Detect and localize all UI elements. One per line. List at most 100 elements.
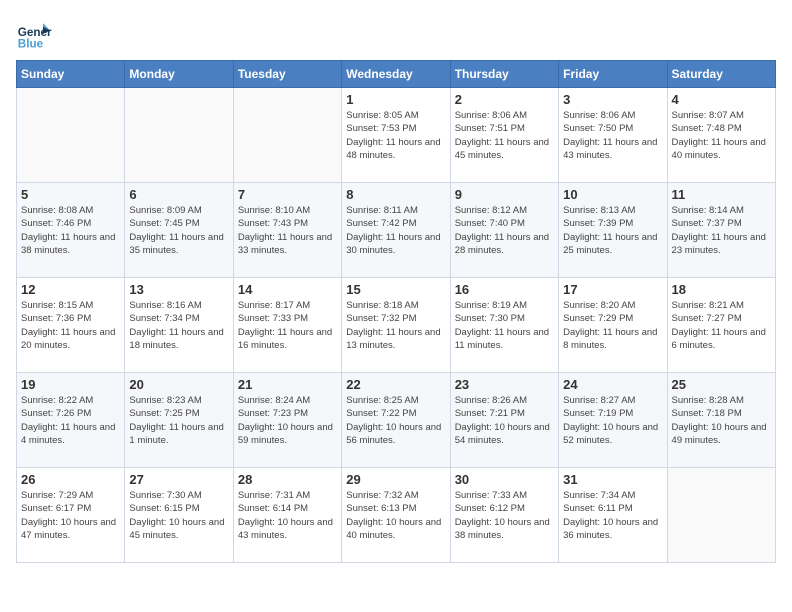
calendar: SundayMondayTuesdayWednesdayThursdayFrid… <box>16 60 776 563</box>
logo-icon: General Blue <box>16 16 52 52</box>
empty-cell <box>667 468 775 563</box>
day-info: Sunrise: 8:22 AMSunset: 7:26 PMDaylight:… <box>21 394 120 447</box>
day-cell-14: 14 Sunrise: 8:17 AMSunset: 7:33 PMDayligh… <box>233 278 341 373</box>
day-cell-2: 2 Sunrise: 8:06 AMSunset: 7:51 PMDaylight… <box>450 88 558 183</box>
day-info: Sunrise: 8:19 AMSunset: 7:30 PMDaylight:… <box>455 299 554 352</box>
day-info: Sunrise: 8:12 AMSunset: 7:40 PMDaylight:… <box>455 204 554 257</box>
col-header-wednesday: Wednesday <box>342 61 450 88</box>
day-cell-13: 13 Sunrise: 8:16 AMSunset: 7:34 PMDayligh… <box>125 278 233 373</box>
day-number: 21 <box>238 377 337 392</box>
empty-cell <box>125 88 233 183</box>
day-info: Sunrise: 7:32 AMSunset: 6:13 PMDaylight:… <box>346 489 445 542</box>
day-number: 2 <box>455 92 554 107</box>
day-cell-7: 7 Sunrise: 8:10 AMSunset: 7:43 PMDaylight… <box>233 183 341 278</box>
calendar-header-row: SundayMondayTuesdayWednesdayThursdayFrid… <box>17 61 776 88</box>
day-cell-3: 3 Sunrise: 8:06 AMSunset: 7:50 PMDaylight… <box>559 88 667 183</box>
col-header-tuesday: Tuesday <box>233 61 341 88</box>
day-cell-20: 20Sunrise: 8:23 AMSunset: 7:25 PMDayligh… <box>125 373 233 468</box>
day-info: Sunrise: 8:24 AMSunset: 7:23 PMDaylight:… <box>238 394 337 447</box>
day-info: Sunrise: 7:33 AMSunset: 6:12 PMDaylight:… <box>455 489 554 542</box>
empty-cell <box>233 88 341 183</box>
day-info: Sunrise: 8:26 AMSunset: 7:21 PMDaylight:… <box>455 394 554 447</box>
day-number: 7 <box>238 187 337 202</box>
empty-cell <box>17 88 125 183</box>
col-header-friday: Friday <box>559 61 667 88</box>
day-cell-17: 17Sunrise: 8:20 AMSunset: 7:29 PMDayligh… <box>559 278 667 373</box>
day-number: 1 <box>346 92 445 107</box>
day-number: 18 <box>672 282 771 297</box>
day-number: 23 <box>455 377 554 392</box>
day-number: 4 <box>672 92 771 107</box>
day-cell-1: 1 Sunrise: 8:05 AMSunset: 7:53 PMDaylight… <box>342 88 450 183</box>
day-info: Sunrise: 8:06 AMSunset: 7:50 PMDaylight:… <box>563 109 662 162</box>
day-number: 13 <box>129 282 228 297</box>
day-number: 11 <box>672 187 771 202</box>
week-row-2: 5Sunrise: 8:08 AMSunset: 7:46 PMDaylight… <box>17 183 776 278</box>
week-row-5: 26 Sunrise: 7:29 AMSunset: 6:17 PMDayligh… <box>17 468 776 563</box>
week-row-3: 12Sunrise: 8:15 AMSunset: 7:36 PMDayligh… <box>17 278 776 373</box>
day-info: Sunrise: 7:30 AMSunset: 6:15 PMDaylight:… <box>129 489 228 542</box>
svg-text:Blue: Blue <box>18 38 44 51</box>
day-cell-28: 28 Sunrise: 7:31 AMSunset: 6:14 PMDayligh… <box>233 468 341 563</box>
day-info: Sunrise: 8:15 AMSunset: 7:36 PMDaylight:… <box>21 299 120 352</box>
day-info: Sunrise: 7:31 AMSunset: 6:14 PMDaylight:… <box>238 489 337 542</box>
day-cell-22: 22Sunrise: 8:25 AMSunset: 7:22 PMDayligh… <box>342 373 450 468</box>
day-cell-5: 5Sunrise: 8:08 AMSunset: 7:46 PMDaylight… <box>17 183 125 278</box>
day-info: Sunrise: 8:10 AMSunset: 7:43 PMDaylight:… <box>238 204 337 257</box>
day-number: 10 <box>563 187 662 202</box>
day-number: 31 <box>563 472 662 487</box>
day-info: Sunrise: 8:07 AMSunset: 7:48 PMDaylight:… <box>672 109 771 162</box>
day-number: 8 <box>346 187 445 202</box>
day-number: 19 <box>21 377 120 392</box>
day-info: Sunrise: 8:14 AMSunset: 7:37 PMDaylight:… <box>672 204 771 257</box>
day-info: Sunrise: 8:08 AMSunset: 7:46 PMDaylight:… <box>21 204 120 257</box>
day-number: 3 <box>563 92 662 107</box>
day-cell-23: 23 Sunrise: 8:26 AMSunset: 7:21 PMDayligh… <box>450 373 558 468</box>
day-cell-26: 26 Sunrise: 7:29 AMSunset: 6:17 PMDayligh… <box>17 468 125 563</box>
day-info: Sunrise: 8:18 AMSunset: 7:32 PMDaylight:… <box>346 299 445 352</box>
day-info: Sunrise: 8:06 AMSunset: 7:51 PMDaylight:… <box>455 109 554 162</box>
day-cell-9: 9 Sunrise: 8:12 AMSunset: 7:40 PMDaylight… <box>450 183 558 278</box>
day-cell-16: 16 Sunrise: 8:19 AMSunset: 7:30 PMDayligh… <box>450 278 558 373</box>
day-info: Sunrise: 8:13 AMSunset: 7:39 PMDaylight:… <box>563 204 662 257</box>
day-number: 26 <box>21 472 120 487</box>
day-cell-4: 4 Sunrise: 8:07 AMSunset: 7:48 PMDaylight… <box>667 88 775 183</box>
day-info: Sunrise: 8:25 AMSunset: 7:22 PMDaylight:… <box>346 394 445 447</box>
day-number: 28 <box>238 472 337 487</box>
day-info: Sunrise: 8:05 AMSunset: 7:53 PMDaylight:… <box>346 109 445 162</box>
week-row-4: 19 Sunrise: 8:22 AMSunset: 7:26 PMDayligh… <box>17 373 776 468</box>
col-header-thursday: Thursday <box>450 61 558 88</box>
day-number: 14 <box>238 282 337 297</box>
day-cell-6: 6 Sunrise: 8:09 AMSunset: 7:45 PMDaylight… <box>125 183 233 278</box>
day-number: 24 <box>563 377 662 392</box>
day-number: 6 <box>129 187 228 202</box>
day-cell-30: 30 Sunrise: 7:33 AMSunset: 6:12 PMDayligh… <box>450 468 558 563</box>
day-cell-10: 10 Sunrise: 8:13 AMSunset: 7:39 PMDayligh… <box>559 183 667 278</box>
col-header-monday: Monday <box>125 61 233 88</box>
day-cell-19: 19 Sunrise: 8:22 AMSunset: 7:26 PMDayligh… <box>17 373 125 468</box>
day-cell-29: 29 Sunrise: 7:32 AMSunset: 6:13 PMDayligh… <box>342 468 450 563</box>
day-cell-12: 12Sunrise: 8:15 AMSunset: 7:36 PMDayligh… <box>17 278 125 373</box>
day-number: 30 <box>455 472 554 487</box>
day-info: Sunrise: 8:23 AMSunset: 7:25 PMDaylight:… <box>129 394 228 447</box>
day-info: Sunrise: 8:16 AMSunset: 7:34 PMDaylight:… <box>129 299 228 352</box>
day-number: 15 <box>346 282 445 297</box>
logo: General Blue <box>16 16 52 52</box>
day-number: 9 <box>455 187 554 202</box>
day-cell-31: 31Sunrise: 7:34 AMSunset: 6:11 PMDayligh… <box>559 468 667 563</box>
day-info: Sunrise: 8:09 AMSunset: 7:45 PMDaylight:… <box>129 204 228 257</box>
day-info: Sunrise: 8:17 AMSunset: 7:33 PMDaylight:… <box>238 299 337 352</box>
day-number: 25 <box>672 377 771 392</box>
day-cell-8: 8 Sunrise: 8:11 AMSunset: 7:42 PMDaylight… <box>342 183 450 278</box>
day-info: Sunrise: 8:28 AMSunset: 7:18 PMDaylight:… <box>672 394 771 447</box>
day-cell-21: 21 Sunrise: 8:24 AMSunset: 7:23 PMDayligh… <box>233 373 341 468</box>
day-cell-11: 11 Sunrise: 8:14 AMSunset: 7:37 PMDayligh… <box>667 183 775 278</box>
day-cell-18: 18 Sunrise: 8:21 AMSunset: 7:27 PMDayligh… <box>667 278 775 373</box>
day-number: 27 <box>129 472 228 487</box>
day-info: Sunrise: 7:29 AMSunset: 6:17 PMDaylight:… <box>21 489 120 542</box>
day-info: Sunrise: 8:11 AMSunset: 7:42 PMDaylight:… <box>346 204 445 257</box>
day-info: Sunrise: 8:21 AMSunset: 7:27 PMDaylight:… <box>672 299 771 352</box>
day-number: 29 <box>346 472 445 487</box>
day-info: Sunrise: 8:20 AMSunset: 7:29 PMDaylight:… <box>563 299 662 352</box>
day-number: 16 <box>455 282 554 297</box>
